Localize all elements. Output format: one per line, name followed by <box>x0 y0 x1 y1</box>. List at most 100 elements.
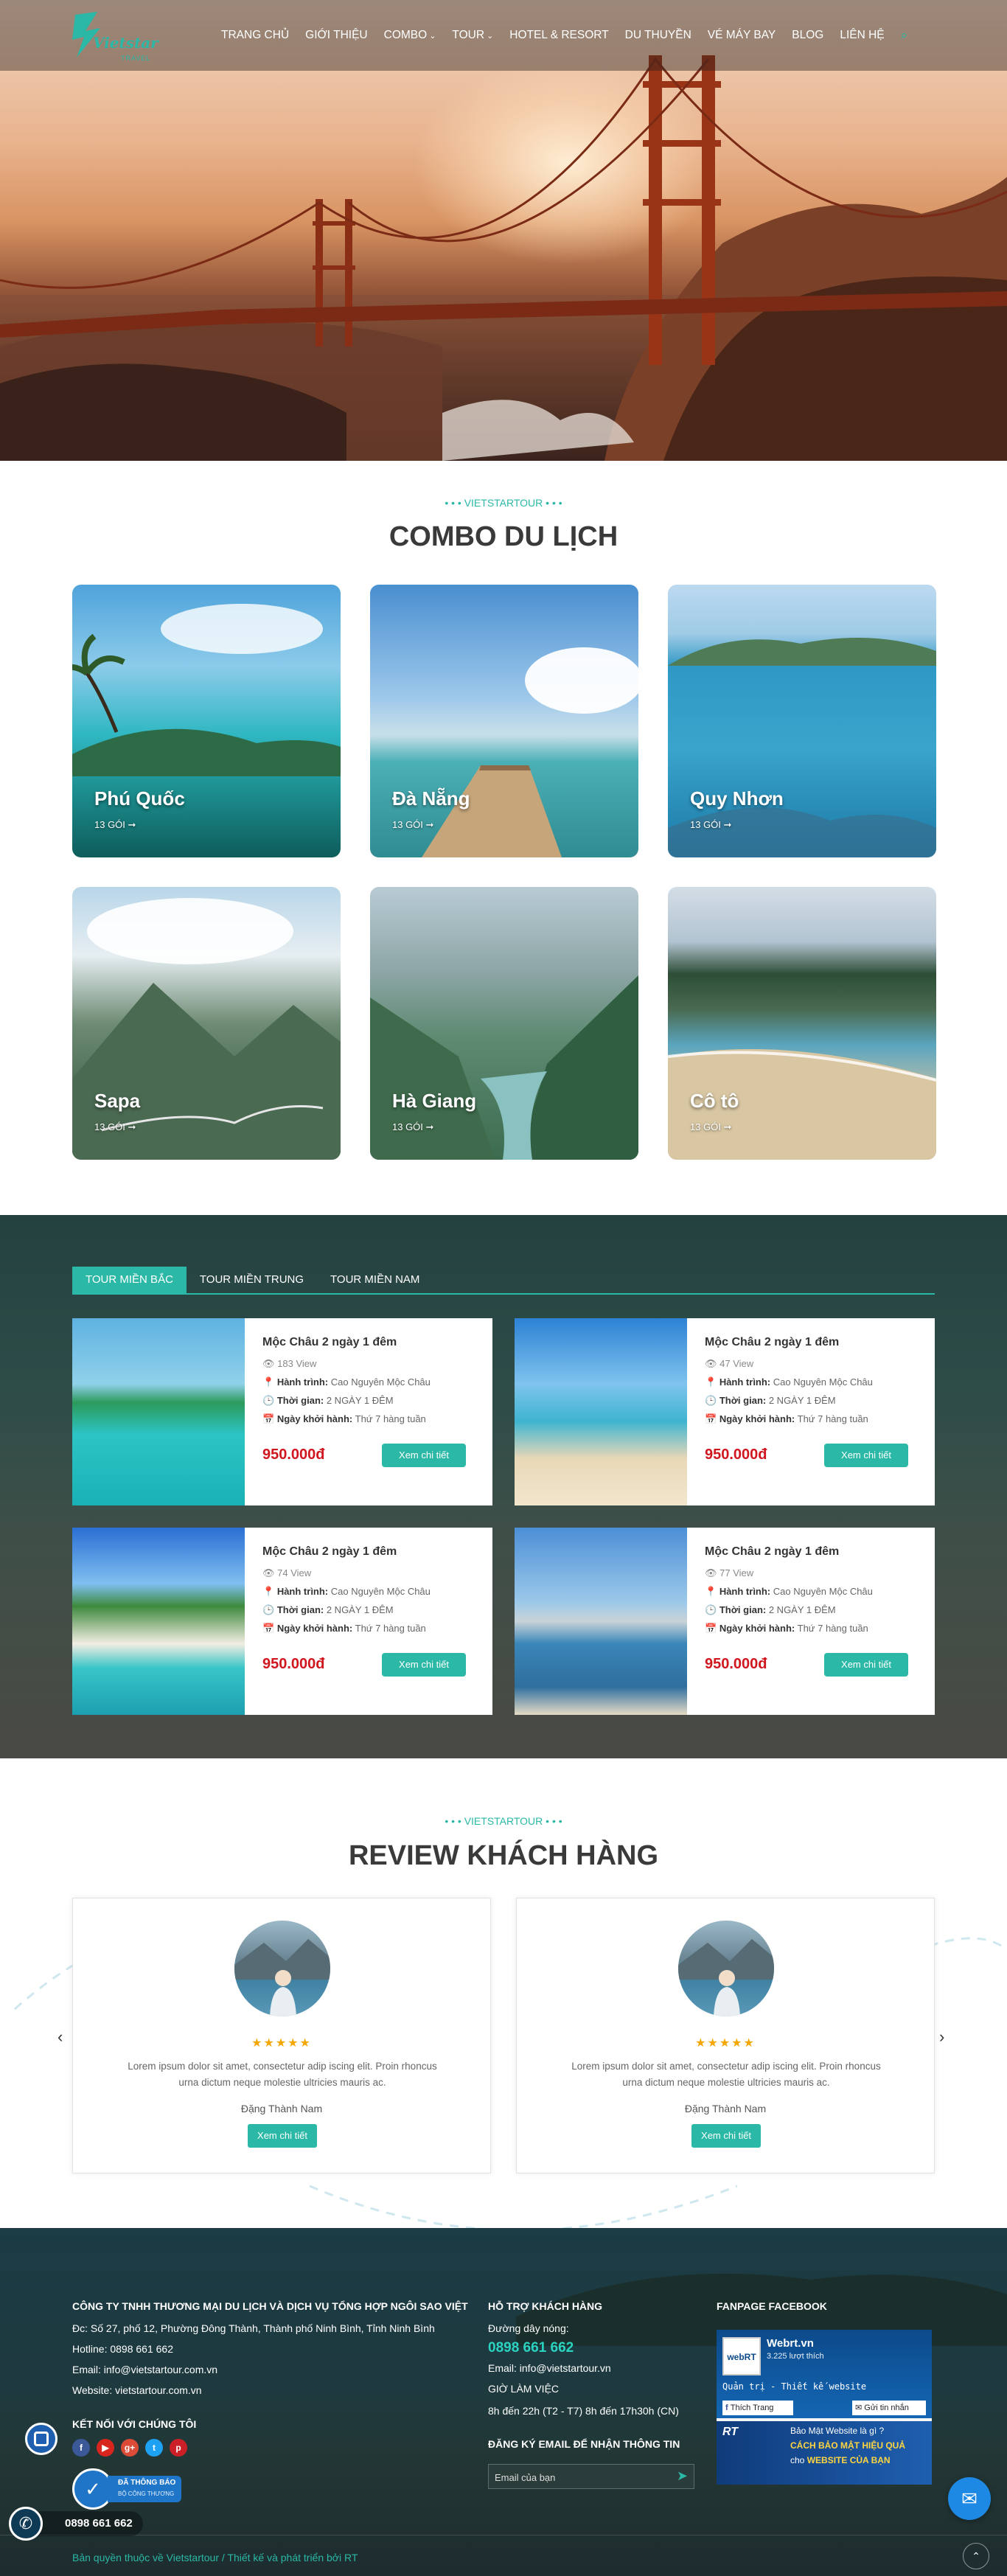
copyright-text: Bản quyền thuộc về Vietstartour / Thiết … <box>72 2552 358 2563</box>
nav-item-home[interactable]: TRANG CHỦ <box>221 29 289 42</box>
messenger-icon: ✉ <box>855 2403 865 2412</box>
tour-card[interactable]: Mộc Châu 2 ngày 1 đêm 👁 183 View 📍 Hành … <box>72 1318 492 1505</box>
floating-call-button[interactable]: ✆ 0898 661 662 <box>0 2507 144 2541</box>
tour-image <box>72 1528 245 1715</box>
nav-item-hotel[interactable]: HOTEL & RESORT <box>509 29 608 42</box>
clock-icon: 🕒 <box>705 1604 717 1615</box>
facebook-icon[interactable]: f <box>72 2439 90 2457</box>
map-pin-icon: 📍 <box>262 1586 275 1597</box>
nav-label: TRANG CHỦ <box>221 29 290 41</box>
youtube-icon[interactable]: ▶ <box>97 2439 114 2457</box>
tour-title[interactable]: Mộc Châu 2 ngày 1 đêm <box>705 1336 919 1349</box>
site-header: Vietstar TRAVEL TRANG CHỦ GIỚI THIỆU COM… <box>0 0 1007 71</box>
eye-icon: 👁 <box>705 1567 717 1578</box>
nav-item-blog[interactable]: BLOG <box>792 29 823 42</box>
chevron-left-icon[interactable]: ‹ <box>58 2027 63 2047</box>
view-detail-button[interactable]: Xem chi tiết <box>691 2124 761 2148</box>
support-line-label: Đường dây nóng: <box>488 2322 569 2334</box>
tour-itinerary: 📍 Hành trình: Cao Nguyên Mộc Châu <box>262 1586 431 1597</box>
back-to-top-button[interactable]: ⌃ <box>963 2543 989 2569</box>
tour-title[interactable]: Mộc Châu 2 ngày 1 đêm <box>262 1545 476 1559</box>
rating-stars: ★★★★★ <box>251 2037 312 2050</box>
newsletter-email-input[interactable] <box>495 2469 664 2485</box>
combo-section-title: COMBO DU LỊCH <box>388 521 619 552</box>
combo-card-sapa[interactable]: Sapa 13 GÓI ➞ <box>72 887 341 1160</box>
tour-itinerary: 📍 Hành trình: Cao Nguyên Mộc Châu <box>705 1376 873 1388</box>
fb-page-name[interactable]: Webrt.vn <box>767 2337 814 2350</box>
nav-label: TOUR <box>452 29 485 41</box>
combo-card-co-to[interactable]: Cô tô 13 GÓI ➞ <box>668 887 936 1160</box>
fb-post-banner: RT Bảo Mật Website là gì ? CÁCH BẢO MẬT … <box>717 2421 932 2485</box>
site-logo[interactable]: Vietstar TRAVEL <box>71 9 181 71</box>
combo-image <box>668 1049 936 1160</box>
tour-title[interactable]: Mộc Châu 2 ngày 1 đêm <box>705 1545 919 1559</box>
company-email[interactable]: Email: info@vietstartour.com.vn <box>72 2364 217 2375</box>
pinterest-icon[interactable]: p <box>170 2439 187 2457</box>
fb-like-button[interactable]: f Thích Trang <box>722 2401 793 2415</box>
search-icon[interactable]: ⌕ <box>901 28 908 43</box>
calendar-icon: 📅 <box>262 1413 275 1424</box>
moit-badge[interactable]: ✓ ĐÃ THÔNG BÁO BỘ CÔNG THƯƠNG <box>72 2468 184 2510</box>
tour-image <box>515 1528 687 1715</box>
nav-item-combo[interactable]: COMBO ⌄ <box>384 29 436 42</box>
nav-item-cruise[interactable]: DU THUYỀN <box>625 29 691 42</box>
google-plus-icon[interactable]: g+ <box>121 2439 139 2457</box>
tour-departure: 📅 Ngày khởi hành: Thứ 7 hàng tuần <box>705 1623 868 1634</box>
messenger-icon[interactable]: ✉ <box>948 2477 991 2520</box>
zalo-chat-icon[interactable] <box>25 2423 58 2455</box>
tour-price: 950.000đ <box>705 1656 767 1672</box>
logo-subtext: TRAVEL <box>121 55 151 62</box>
tour-card[interactable]: Mộc Châu 2 ngày 1 đêm 👁 77 View 📍 Hành t… <box>515 1528 935 1715</box>
eye-icon: 👁 <box>262 1567 275 1578</box>
view-detail-button[interactable]: Xem chi tiết <box>382 1444 466 1467</box>
webrt-logo: webRT <box>722 2337 761 2375</box>
tour-price: 950.000đ <box>262 1656 325 1672</box>
nav-item-contact[interactable]: LIÊN HỆ <box>840 29 884 42</box>
facebook-icon: f <box>725 2403 731 2412</box>
newsletter-form: ➤ <box>488 2464 694 2489</box>
company-hotline[interactable]: Hotline: 0898 661 662 <box>72 2343 173 2355</box>
label-text: VIETSTARTOUR <box>464 497 543 509</box>
support-email[interactable]: Email: info@vietstartour.vn <box>488 2362 611 2374</box>
view-detail-button[interactable]: Xem chi tiết <box>248 2124 317 2148</box>
nav-item-about[interactable]: GIỚI THIỆU <box>305 29 368 42</box>
combo-image <box>370 975 638 1160</box>
tab-north[interactable]: TOUR MIỀN BẮC <box>72 1267 187 1293</box>
tour-itinerary: 📍 Hành trình: Cao Nguyên Mộc Châu <box>262 1376 431 1388</box>
view-detail-button[interactable]: Xem chi tiết <box>824 1653 908 1677</box>
combo-card-quy-nhon[interactable]: Quy Nhơn 13 GÓI ➞ <box>668 585 936 857</box>
combo-card-ha-giang[interactable]: Hà Giang 13 GÓI ➞ <box>370 887 638 1160</box>
review-text: Lorem ipsum dolor sit amet, consectetur … <box>571 2061 881 2088</box>
copyright-bar: Bản quyền thuộc về Vietstartour / Thiết … <box>0 2535 1007 2576</box>
tour-image <box>72 1318 245 1505</box>
tour-image <box>515 1318 687 1505</box>
view-detail-button[interactable]: Xem chi tiết <box>824 1444 908 1467</box>
tour-card[interactable]: Mộc Châu 2 ngày 1 đêm 👁 74 View 📍 Hành t… <box>72 1528 492 1715</box>
combo-card-phu-quoc[interactable]: Phú Quốc 13 GÓI ➞ <box>72 585 341 857</box>
view-detail-button[interactable]: Xem chi tiết <box>382 1653 466 1677</box>
tour-title[interactable]: Mộc Châu 2 ngày 1 đêm <box>262 1336 476 1349</box>
chevron-right-icon[interactable]: › <box>939 2027 944 2047</box>
hours-text: 8h đến 22h (T2 - T7) 8h đến 17h30h (CN) <box>488 2405 679 2417</box>
tour-card[interactable]: Mộc Châu 2 ngày 1 đêm 👁 47 View 📍 Hành t… <box>515 1318 935 1505</box>
nav-label: DU THUYỀN <box>624 29 691 41</box>
fb-post-title: Bảo Mật Website là gì ? <box>790 2426 885 2436</box>
support-phone[interactable]: 0898 661 662 <box>488 2340 574 2356</box>
twitter-icon[interactable]: t <box>145 2439 163 2457</box>
facebook-page-widget[interactable]: webRT Webrt.vn 3.225 lượt thích Quản trị… <box>717 2330 932 2485</box>
tab-central[interactable]: TOUR MIỀN TRUNG <box>187 1267 317 1293</box>
clock-icon: 🕒 <box>262 1604 275 1615</box>
nav-item-flights[interactable]: VÉ MÁY BAY <box>708 29 776 42</box>
tour-views: 👁 74 View <box>262 1567 312 1578</box>
combo-section-label: • • • VIETSTARTOUR • • • <box>445 497 562 509</box>
nav-item-tour[interactable]: TOUR ⌄ <box>452 29 493 42</box>
tab-south[interactable]: TOUR MIỀN NAM <box>317 1267 433 1293</box>
nav-label: COMBO <box>383 29 428 41</box>
eye-icon: 👁 <box>262 1358 275 1369</box>
fb-message-button[interactable]: ✉ Gửi tin nhắn <box>852 2401 926 2415</box>
company-website[interactable]: Website: vietstartour.com.vn <box>72 2384 202 2396</box>
combo-card-da-nang[interactable]: Đà Nẵng 13 GÓI ➞ <box>370 585 638 857</box>
map-pin-icon: 📍 <box>262 1376 275 1388</box>
review-card: ★★★★★ Lorem ipsum dolor sit amet, consec… <box>516 1898 935 2173</box>
send-icon[interactable]: ➤ <box>677 2468 688 2484</box>
